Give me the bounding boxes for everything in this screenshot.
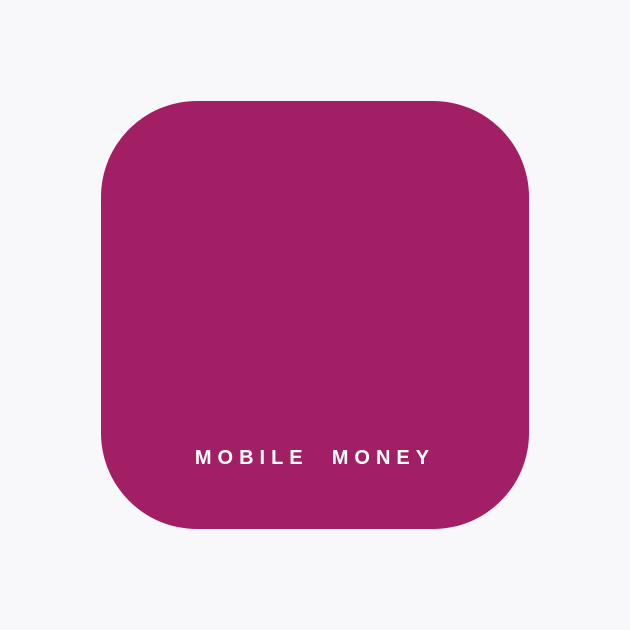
app-icon-label: MOBILE MONEY (194, 447, 436, 469)
app-icon-canvas: MOBILE MONEY (0, 0, 630, 630)
mobile-money-app-icon[interactable]: MOBILE MONEY (101, 101, 529, 529)
